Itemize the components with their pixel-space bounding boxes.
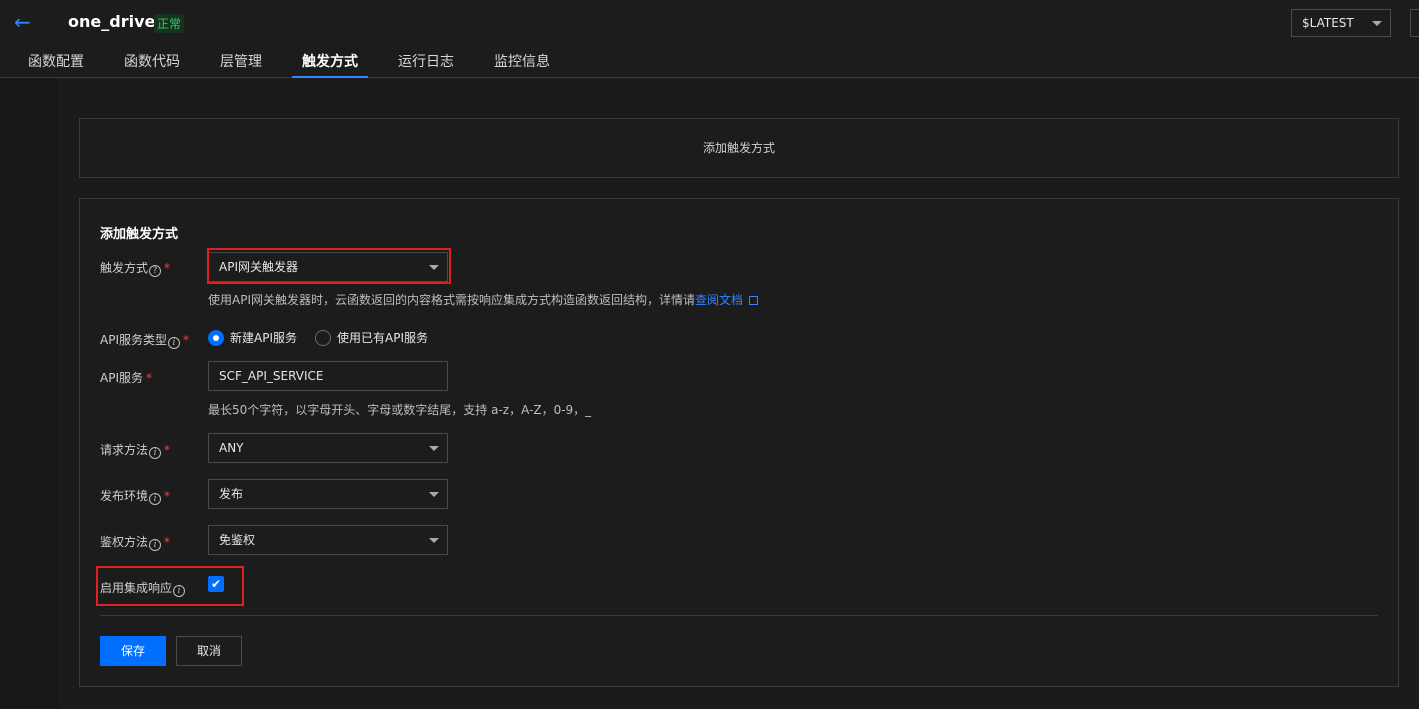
api-service-type-label-text: API服务类型 xyxy=(100,333,167,347)
tab-monitoring[interactable]: 监控信息 xyxy=(474,48,570,78)
api-service-label: API服务 * xyxy=(100,369,152,386)
tab-triggers[interactable]: 触发方式 xyxy=(282,48,378,78)
required-mark: * xyxy=(146,371,152,385)
auth-method-label-text: 鉴权方法 xyxy=(100,535,149,549)
radio-label: 新建API服务 xyxy=(230,331,297,345)
tab-function-code[interactable]: 函数代码 xyxy=(104,48,200,78)
version-select-value: $LATEST xyxy=(1302,16,1354,30)
external-link-icon xyxy=(749,296,759,305)
highlight-box xyxy=(207,248,451,284)
highlight-box xyxy=(96,566,244,606)
tab-layer-management[interactable]: 层管理 xyxy=(200,48,282,78)
version-select[interactable]: $LATEST xyxy=(1291,9,1391,37)
chevron-down-icon xyxy=(429,492,439,497)
help-icon[interactable]: ? xyxy=(149,265,162,277)
api-service-type-radio-group: 新建API服务 使用已有API服务 xyxy=(208,329,446,346)
info-icon[interactable]: i xyxy=(149,493,162,505)
request-method-label-text: 请求方法 xyxy=(100,443,149,457)
environment-select[interactable]: 发布 xyxy=(208,479,448,509)
tab-bar: 函数配置 函数代码 层管理 触发方式 运行日志 监控信息 xyxy=(0,48,570,78)
api-service-input[interactable]: SCF_API_SERVICE xyxy=(208,361,448,391)
add-trigger-card[interactable]: 添加触发方式 xyxy=(79,118,1399,178)
required-mark: * xyxy=(164,261,171,275)
radio-existing-api-service[interactable]: 使用已有API服务 xyxy=(315,329,428,346)
info-icon[interactable]: i xyxy=(149,539,162,551)
api-service-value: SCF_API_SERVICE xyxy=(219,369,324,383)
auth-method-value: 免鉴权 xyxy=(219,533,256,547)
required-mark: * xyxy=(183,333,189,347)
request-method-value: ANY xyxy=(219,441,244,455)
trigger-type-label: 触发方式? * xyxy=(100,259,170,277)
chevron-down-icon xyxy=(429,538,439,543)
tab-function-config[interactable]: 函数配置 xyxy=(0,48,104,78)
chevron-down-icon xyxy=(429,446,439,451)
radio-dot xyxy=(208,329,224,346)
add-trigger-card-label: 添加触发方式 xyxy=(702,141,775,155)
trigger-type-label-text: 触发方式 xyxy=(100,261,149,275)
auth-method-label: 鉴权方法 i * xyxy=(100,533,170,551)
info-icon[interactable]: i xyxy=(149,447,162,459)
required-mark: * xyxy=(164,489,171,503)
api-service-label-text: API服务 xyxy=(100,371,143,385)
info-icon[interactable]: i xyxy=(168,337,180,349)
required-mark: * xyxy=(164,535,171,549)
api-service-hint: 最长50个字符，以字母开头、字母或数字结尾，支持 a-z，A-Z，0-9，_ xyxy=(208,403,592,417)
api-service-type-label: API服务类型 i * xyxy=(100,331,189,349)
radio-dot xyxy=(315,329,331,346)
form-title: 添加触发方式 xyxy=(100,227,179,242)
view-docs-link[interactable]: 查阅文档 xyxy=(695,293,743,307)
request-method-label: 请求方法 i * xyxy=(100,441,170,459)
back-arrow-icon[interactable]: ← xyxy=(14,10,40,36)
auth-method-select[interactable]: 免鉴权 xyxy=(208,525,448,555)
environment-label: 发布环境 i * xyxy=(100,487,170,505)
radio-new-api-service[interactable]: 新建API服务 xyxy=(208,329,297,346)
request-method-select[interactable]: ANY xyxy=(208,433,448,463)
divider xyxy=(100,615,1378,616)
trigger-type-hint-text: 使用API网关触发器时，云函数返回的内容格式需按响应集成方式构造函数返回结构，详… xyxy=(208,293,695,307)
left-strip xyxy=(0,79,58,709)
environment-value: 发布 xyxy=(219,487,244,501)
status-badge: 正常 xyxy=(154,14,185,33)
cancel-button[interactable]: 取消 xyxy=(176,636,242,666)
required-mark: * xyxy=(164,443,171,457)
function-name: one_drive xyxy=(68,12,156,31)
more-button[interactable] xyxy=(1410,9,1419,37)
radio-label: 使用已有API服务 xyxy=(337,331,428,345)
tab-run-logs[interactable]: 运行日志 xyxy=(378,48,474,78)
chevron-down-icon xyxy=(1372,21,1382,26)
top-bar: ← one_drive 正常 $LATEST 函数配置 函数代码 层管理 触发方… xyxy=(0,0,1419,78)
environment-label-text: 发布环境 xyxy=(100,489,149,503)
add-trigger-form: 添加触发方式 触发方式? * API网关触发器 使用API网关触发器时，云函数返回… xyxy=(79,198,1399,687)
save-button[interactable]: 保存 xyxy=(100,636,166,666)
trigger-type-hint: 使用API网关触发器时，云函数返回的内容格式需按响应集成方式构造函数返回结构，详… xyxy=(208,291,759,308)
